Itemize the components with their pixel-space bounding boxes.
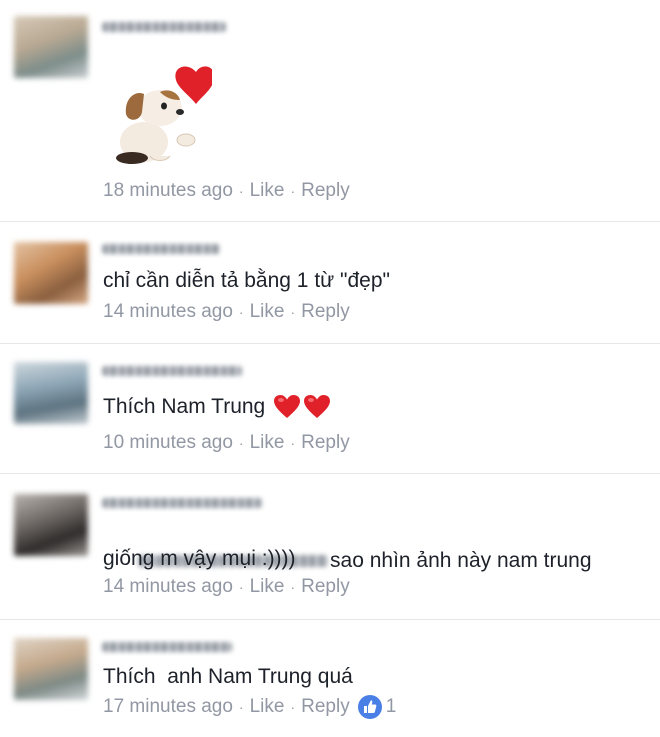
timestamp[interactable]: 17 minutes ago (103, 696, 233, 718)
separator: · (290, 699, 296, 715)
timestamp[interactable]: 14 minutes ago (103, 576, 233, 598)
like-link[interactable]: Like (250, 432, 285, 454)
author-name-redacted[interactable] (102, 244, 220, 254)
comment-meta: 10 minutes ago · Like · Reply (103, 432, 350, 454)
avatar[interactable] (14, 638, 88, 700)
avatar[interactable] (14, 16, 88, 78)
comment-text: Thích anh Nam Trung quá (103, 665, 353, 688)
red-heart-icon (274, 395, 301, 418)
comment-text-content: Thích Nam Trung (103, 395, 266, 418)
avatar[interactable] (14, 362, 88, 424)
separator: · (238, 183, 244, 199)
comment-item: Thích anh Nam Trung quá 17 minutes ago ·… (0, 620, 660, 737)
like-link[interactable]: Like (250, 180, 285, 202)
comment-item: chỉ cần diễn tả bằng 1 từ "đẹp" 14 minut… (0, 222, 660, 344)
reply-link[interactable]: Reply (301, 696, 350, 718)
red-heart-icon (304, 395, 331, 418)
comments-feed: 18 minutes ago · Like · Reply chỉ cần di… (0, 0, 660, 737)
comment-text: giống m vậy mụi :)))) (103, 547, 296, 570)
comment-meta: 14 minutes ago · Like · Reply (103, 576, 350, 598)
avatar[interactable] (14, 242, 88, 304)
separator: · (238, 699, 244, 715)
timestamp[interactable]: 14 minutes ago (103, 301, 233, 323)
dog-blowing-heart-sticker (116, 66, 212, 164)
separator: · (290, 435, 296, 451)
separator: · (290, 579, 296, 595)
comment-item: 18 minutes ago · Like · Reply (0, 0, 660, 222)
comment-text: chỉ cần diễn tả bằng 1 từ "đẹp" (103, 269, 390, 292)
like-count[interactable]: 1 (386, 696, 397, 718)
author-name-redacted[interactable] (102, 366, 242, 376)
separator: · (238, 304, 244, 320)
reply-link[interactable]: Reply (301, 301, 350, 323)
comment-meta: 18 minutes ago · Like · Reply (103, 180, 350, 202)
thumbs-up-icon[interactable] (357, 695, 382, 719)
separator: · (238, 579, 244, 595)
separator: · (290, 304, 296, 320)
timestamp[interactable]: 18 minutes ago (103, 180, 233, 202)
reply-link[interactable]: Reply (301, 180, 350, 202)
like-link[interactable]: Like (250, 301, 285, 323)
comment-item: sao nhìn ảnh này nam trung giống m vậy m… (0, 474, 660, 620)
separator: · (290, 183, 296, 199)
like-link[interactable]: Like (250, 576, 285, 598)
comment-meta: 17 minutes ago · Like · Reply 1 (103, 695, 396, 719)
like-link[interactable]: Like (250, 696, 285, 718)
comment-item: Thích Nam Trung 10 minutes ago · Like · … (0, 344, 660, 474)
author-name-redacted[interactable] (102, 642, 232, 652)
comment-text-line-1: sao nhìn ảnh này nam trung (330, 549, 592, 572)
reply-link[interactable]: Reply (301, 432, 350, 454)
comment-meta: 14 minutes ago · Like · Reply (103, 301, 350, 323)
separator: · (238, 435, 244, 451)
comment-text: Thích Nam Trung (103, 392, 331, 422)
author-name-redacted[interactable] (102, 22, 226, 32)
author-name-redacted[interactable] (102, 498, 262, 508)
timestamp[interactable]: 10 minutes ago (103, 432, 233, 454)
reply-link[interactable]: Reply (301, 576, 350, 598)
avatar[interactable] (14, 494, 88, 556)
